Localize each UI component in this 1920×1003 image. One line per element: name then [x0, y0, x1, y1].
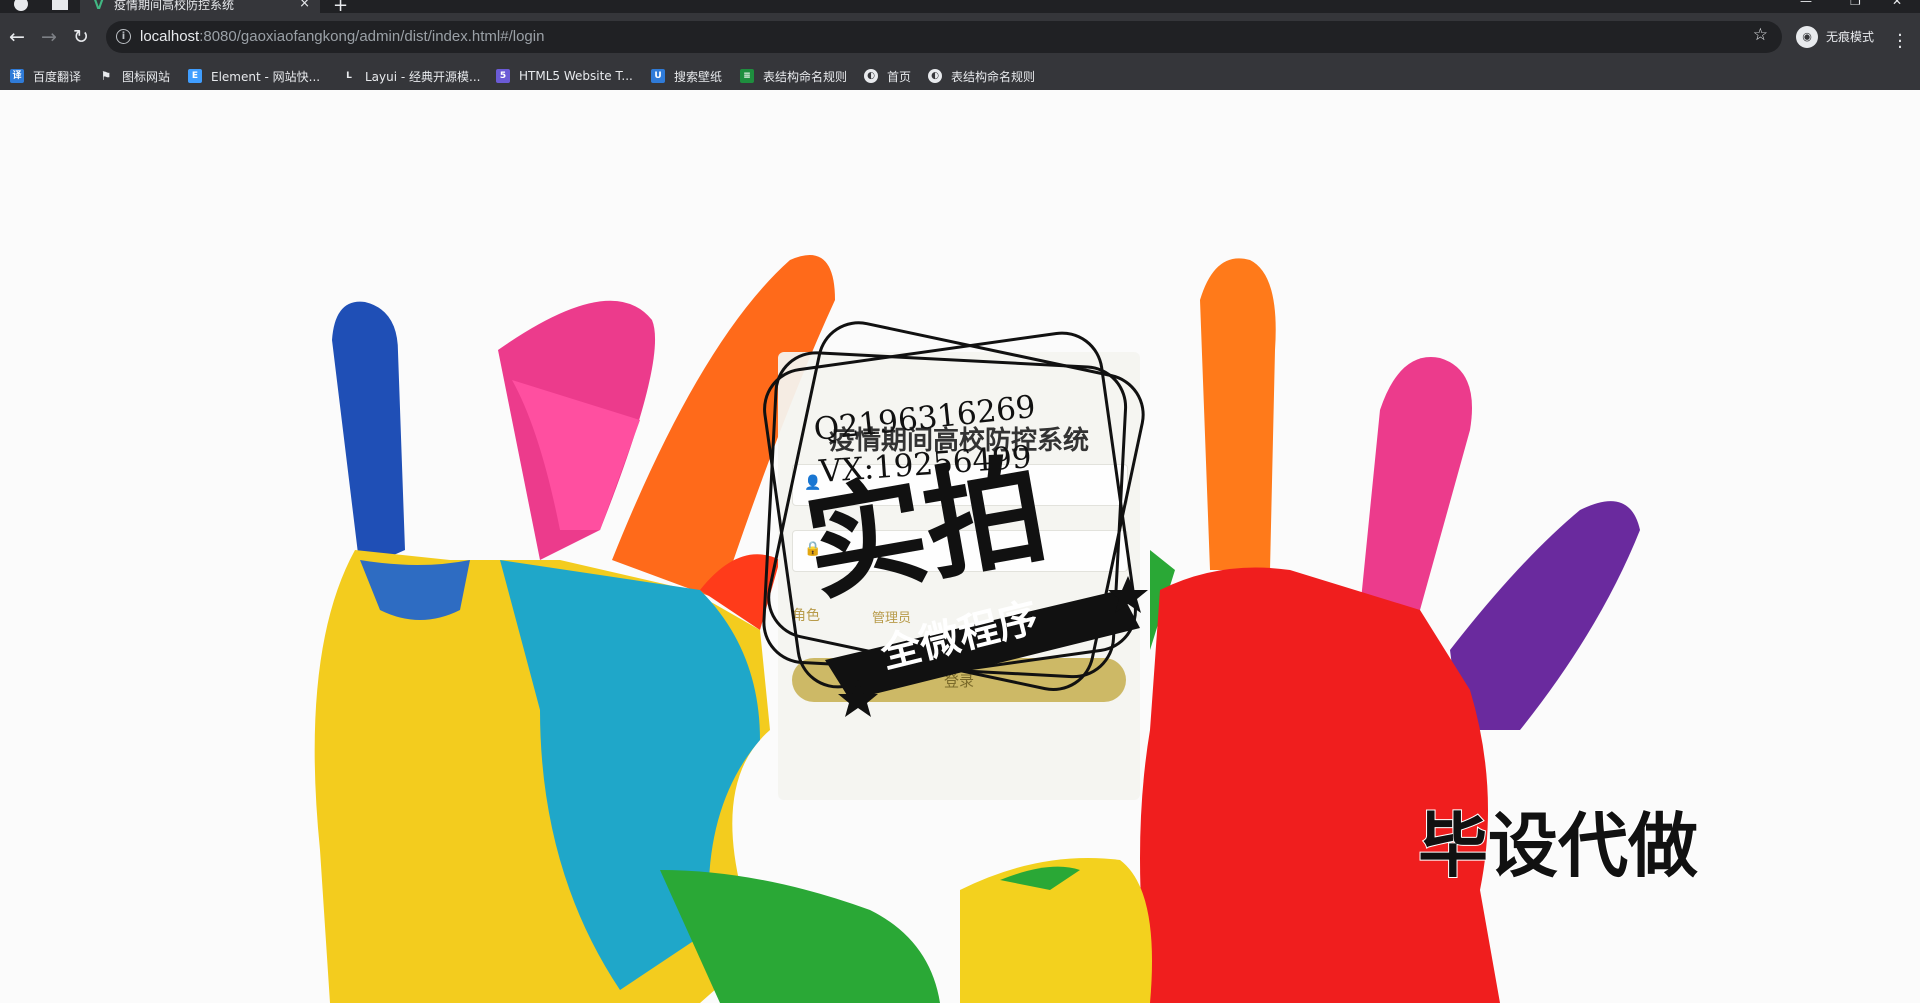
globe-icon: ◐ [864, 69, 878, 83]
bookmark-label: 首页 [887, 69, 912, 84]
bookmark-item[interactable]: 5 HTML5 Website T... [496, 67, 633, 85]
bookmark-item[interactable]: E Element - 网站快... [188, 67, 320, 85]
bookmark-label: 百度翻译 [33, 69, 82, 84]
login-page: 疫情期间高校防控系统 👤 🔒 角色 管理员 登录 Q2196316269 VX:… [0, 90, 1920, 1003]
element-icon: E [188, 69, 202, 83]
browser-menu-icon[interactable]: · · · [1896, 27, 1904, 57]
bookmark-label: 搜索壁纸 [674, 69, 723, 84]
bookmarks-bar: 译 百度翻译 ⚑ 图标网站 E Element - 网站快... L Layui… [0, 63, 1920, 91]
sheet-icon: ≡ [740, 69, 754, 83]
browser-toolbar: ← → ↻ i localhost:8080/gaoxiaofangkong/a… [0, 13, 1920, 63]
bookmark-label: 表结构命名规则 [763, 69, 848, 84]
bookmark-label: Layui - 经典开源模... [365, 69, 481, 84]
bookmark-star-icon[interactable]: ☆ [1753, 25, 1768, 45]
tab-close-icon[interactable]: × [299, 0, 310, 11]
url-path: :8080/gaoxiaofangkong/admin/dist/index.h… [199, 28, 545, 45]
bookmark-item[interactable]: ≡ 表结构命名规则 [740, 67, 847, 85]
globe-icon: ◐ [928, 69, 942, 83]
tab-title: 疫情期间高校防控系统 [114, 0, 235, 12]
bookmark-item[interactable]: ⚑ 图标网站 [99, 67, 170, 85]
bookmark-item[interactable]: L Layui - 经典开源模... [342, 67, 480, 85]
tab-search-icon[interactable] [52, 0, 68, 10]
html5-icon: 5 [496, 69, 510, 83]
wallpaper-icon: U [651, 69, 665, 83]
address-bar[interactable]: i localhost:8080/gaoxiaofangkong/admin/d… [106, 21, 1782, 53]
bookmark-item[interactable]: ◐ 表结构命名规则 [928, 67, 1035, 85]
reload-icon[interactable]: ↻ [68, 24, 94, 50]
incognito-label: 无痕模式 [1826, 30, 1875, 44]
tab-strip: V 疫情期间高校防控系统 × + — ❐ ✕ [0, 0, 1920, 16]
translate-icon: 译 [10, 69, 24, 83]
flag-icon: ⚑ [100, 69, 112, 83]
layui-icon: L [346, 71, 352, 81]
active-tab[interactable]: V 疫情期间高校防控系统 × [80, 0, 320, 13]
vue-favicon-icon: V [94, 0, 104, 12]
bookmark-label: 表结构命名规则 [951, 69, 1036, 84]
chrome-logo-icon [14, 0, 28, 11]
site-info-icon[interactable]: i [116, 29, 131, 44]
back-icon[interactable]: ← [4, 24, 30, 50]
svg-text:毕设代做: 毕设代做 [1418, 805, 1698, 887]
stamp-overlay: Q2196316269 VX:19256499 实拍 全微程序 [762, 321, 1148, 717]
bookmark-item[interactable]: U 搜索壁纸 [651, 67, 722, 85]
bookmark-item[interactable]: ◐ 首页 [864, 67, 911, 85]
watermark-overlay: 毕设代做 [1417, 804, 1699, 888]
bookmark-label: Element - 网站快... [211, 69, 321, 84]
url-host: localhost [140, 28, 200, 45]
close-window-icon[interactable]: ✕ [1892, 0, 1902, 8]
bookmark-label: HTML5 Website T... [519, 69, 633, 83]
minimize-icon[interactable]: — [1800, 0, 1812, 8]
bookmark-item[interactable]: 译 百度翻译 [10, 67, 81, 85]
forward-icon[interactable]: → [36, 24, 62, 50]
restore-icon[interactable]: ❐ [1850, 0, 1861, 8]
url-text[interactable]: localhost:8080/gaoxiaofangkong/admin/dis… [140, 28, 544, 45]
bookmark-label: 图标网站 [122, 69, 171, 84]
incognito-icon: ◉ [1796, 26, 1818, 48]
svg-text:Q2196316269: Q2196316269 [812, 389, 1037, 448]
